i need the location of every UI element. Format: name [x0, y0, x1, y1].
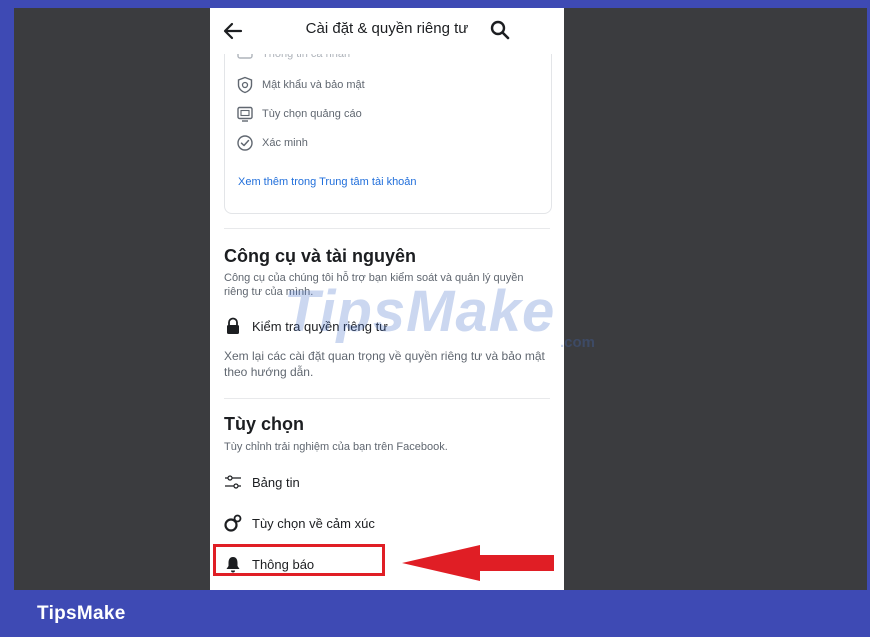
- page-title: Cài đặt & quyền riêng tư: [305, 20, 469, 37]
- footer-brand: TipsMake: [37, 603, 126, 624]
- footer-bar: TipsMake: [0, 590, 870, 637]
- ad-icon: [236, 105, 254, 123]
- news-feed-label: Bảng tin: [252, 474, 300, 490]
- tools-section-title: Công cụ và tài nguyên: [224, 246, 417, 266]
- divider: [224, 398, 550, 399]
- preferences-section-title: Tùy chọn: [224, 414, 304, 434]
- reaction-preferences-label: Tùy chọn về cảm xúc: [252, 515, 375, 531]
- watermark-suffix: .com: [560, 334, 596, 351]
- privacy-checkup-description: Xem lại các cài đặt quan trọng về quyền …: [224, 349, 545, 379]
- reaction-icon: [224, 514, 242, 532]
- preferences-section-description: Tùy chỉnh trải nghiệm của bạn trên Faceb…: [224, 441, 448, 453]
- menu-item-verification[interactable]: Xác minh: [236, 134, 308, 152]
- sliders-icon: [224, 473, 242, 491]
- menu-item-label: Xác minh: [262, 137, 308, 149]
- watermark-logo: TipsMake: [284, 279, 556, 344]
- shield-icon: [236, 76, 254, 94]
- highlight-box: [213, 544, 385, 576]
- accounts-center-link[interactable]: Xem thêm trong Trung tâm tài khoản: [238, 176, 417, 188]
- search-icon[interactable]: [490, 20, 510, 40]
- top-bar: Cài đặt & quyền riêng tư: [210, 8, 564, 54]
- check-circle-icon: [236, 134, 254, 152]
- frame-left-border: [0, 0, 14, 637]
- divider: [224, 228, 550, 229]
- frame-top-border: [0, 0, 870, 8]
- reaction-preferences-item[interactable]: Tùy chọn về cảm xúc: [224, 514, 375, 532]
- menu-item-password-security[interactable]: Mật khẩu và bảo mật: [236, 76, 365, 94]
- red-arrow-icon: [402, 545, 554, 581]
- menu-item-label: Mật khẩu và bảo mật: [262, 79, 365, 91]
- menu-item-label: Tùy chọn quảng cáo: [262, 108, 362, 120]
- menu-item-ad-preferences[interactable]: Tùy chọn quảng cáo: [236, 105, 362, 123]
- lock-icon: [224, 317, 242, 335]
- news-feed-item[interactable]: Bảng tin: [224, 473, 300, 491]
